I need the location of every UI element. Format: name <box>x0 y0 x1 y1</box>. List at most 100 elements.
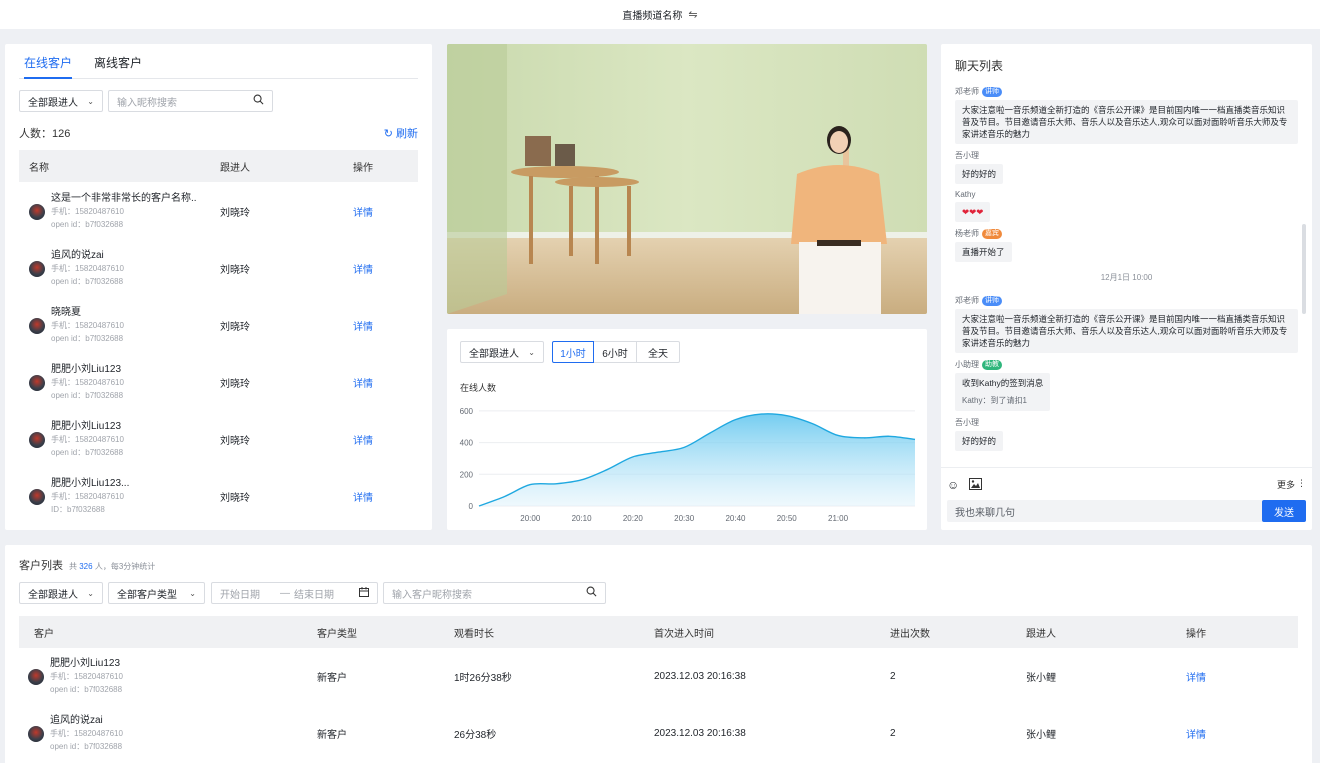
message-text: ❤❤❤ <box>962 207 984 217</box>
total-suffix: 人，每3分钟统计 <box>94 562 156 571</box>
tab-online[interactable]: 在线客户 <box>24 56 73 79</box>
live-stream-frame <box>447 44 927 314</box>
customer-phone: 手机：15820487610 <box>51 264 124 273</box>
avatar <box>29 260 45 277</box>
customer-openid: open id：b7f032688 <box>51 334 124 343</box>
customer-type-select[interactable]: 全部客户类型 ⌄ <box>108 582 205 604</box>
chevron-down-icon: ⌄ <box>87 588 94 598</box>
y-tick-label: 600 <box>460 407 474 416</box>
avatar <box>29 317 45 334</box>
customer-info: 追风的说zai 手机：15820487610 open id：b7f032688 <box>50 714 123 753</box>
avatar <box>28 725 44 742</box>
sender-name: 吾小理 <box>955 150 1298 161</box>
nickname-search-input[interactable]: 输入昵称搜索 <box>108 90 273 112</box>
col-name: 名称 <box>29 162 49 174</box>
y-tick-label: 200 <box>460 470 474 479</box>
channel-title: 直播频道名称 <box>622 11 683 22</box>
customer-follower: 刘晓玲 <box>220 322 250 333</box>
customer-openid: open id：b7f032688 <box>51 220 124 229</box>
sender-label: Kathy <box>955 190 976 199</box>
search-icon[interactable] <box>253 94 264 108</box>
customer-tabs: 在线客户 离线客户 <box>19 56 418 79</box>
total-count: 326 <box>79 562 93 571</box>
detail-link[interactable]: 详情 <box>353 261 373 276</box>
customer-name: 这是一个非常非常长的客户名称.. <box>51 193 197 204</box>
col-action: 操作 <box>353 162 373 174</box>
customer-name: 肥肥小刘Liu123 <box>51 421 122 432</box>
detail-link[interactable]: 详情 <box>1186 669 1206 684</box>
customer-search-input[interactable]: 输入客户昵称搜索 <box>383 582 606 604</box>
follower-select[interactable]: 全部跟进人 ⌄ <box>19 90 103 112</box>
message-text: 大家注意啦一音乐频道全新打造的《音乐公开课》是目前国内唯一一档直播类音乐知识普及… <box>962 314 1288 348</box>
avatar <box>29 374 45 391</box>
search-icon[interactable] <box>586 586 597 600</box>
more-icon: ⋮ <box>1297 478 1306 488</box>
chat-time-divider: 12月1日 10:00 <box>1100 273 1153 282</box>
col-header: 客户类型 <box>317 628 357 640</box>
online-customer-row: 这是一个非常非常长的客户名称.. 手机：15820487610 open id：… <box>19 183 418 240</box>
chat-message: 杨老师 嘉宾 直播开始了 <box>955 228 1298 262</box>
sender-name: 杨老师 嘉宾 <box>955 228 1298 239</box>
message-bubble: 好的好的 <box>955 164 1004 184</box>
image-icon[interactable] <box>969 478 982 493</box>
live-video[interactable] <box>447 44 927 314</box>
refresh-button[interactable]: ↻ 刷新 <box>384 125 418 141</box>
customer-name: 晓晓夏 <box>51 307 81 318</box>
customer-openid: open id：b7f032688 <box>51 277 124 286</box>
col-header: 进出次数 <box>890 628 930 640</box>
sender-name: 小助理 助教 <box>955 359 1298 370</box>
online-customer-row: 追风的说zai 手机：15820487610 open id：b7f032688… <box>19 240 418 297</box>
online-customer-row: 肥肥小刘Liu123 手机：15820487610 open id：b7f032… <box>19 354 418 411</box>
avatar <box>29 488 45 505</box>
customer-follower: 刘晓玲 <box>220 493 250 504</box>
tab-offline[interactable]: 离线客户 <box>94 56 142 79</box>
message-text: 收到Kathy的签到消息 <box>962 378 1044 388</box>
chat-input[interactable]: 我也来聊几句 <box>947 500 1263 522</box>
customer-name: 肥肥小刘Liu123 <box>51 364 122 375</box>
chat-messages[interactable]: 邓老师讲师 大家注意啦一音乐频道全新打造的《音乐公开课》是目前国内唯一一档直播类… <box>955 86 1298 466</box>
emoji-icon[interactable]: ☺ <box>947 478 959 492</box>
chat-message: 吾小理 好的好的 <box>955 417 1298 451</box>
col-header: 操作 <box>1186 628 1206 640</box>
more-button[interactable]: 更多 ⋮ <box>1277 478 1306 491</box>
x-tick-label: 20:40 <box>725 514 746 523</box>
date-range-picker[interactable]: 开始日期 — 结束日期 <box>211 582 378 604</box>
col-header: 跟进人 <box>1026 628 1056 640</box>
customer-phone: 手机：15820487610 <box>51 435 124 444</box>
message-text: 大家注意啦一音乐频道全新打造的《音乐公开课》是目前国内唯一一档直播类音乐知识普及… <box>962 105 1288 139</box>
send-button[interactable]: 发送 <box>1262 500 1306 522</box>
customer-phone: 手机：15820487610 <box>51 492 124 501</box>
message-bubble: 大家注意啦一音乐频道全新打造的《音乐公开课》是目前国内唯一一档直播类音乐知识普及… <box>955 100 1298 144</box>
customer-list-header: 客户列表 共 326 人，每3分钟统计 <box>19 557 155 573</box>
chat-message: 邓老师 讲师 大家注意啦一音乐频道全新打造的《音乐公开课》是目前国内唯一一档直播类… <box>955 295 1298 353</box>
detail-link[interactable]: 详情 <box>353 375 373 390</box>
detail-link[interactable]: 详情 <box>353 204 373 219</box>
customer-phone: 手机：15820487610 <box>51 378 124 387</box>
customer-phone: 手机：15820487610 <box>50 729 123 738</box>
detail-link[interactable]: 详情 <box>353 432 373 447</box>
switch-channel-icon[interactable]: ⇋ <box>688 8 697 21</box>
detail-link[interactable]: 详情 <box>1186 726 1206 741</box>
customer-openid: open id：b7f032688 <box>51 448 124 457</box>
top-bar: 直播频道名称 ⇋ <box>0 0 1320 29</box>
chat-message: Kathy ❤❤❤ <box>955 190 1298 222</box>
x-tick-label: 20:50 <box>777 514 798 523</box>
x-tick-label: 21:00 <box>828 514 849 523</box>
online-chart-panel: 全部跟进人 ⌄ 1小时 6小时 全天 在线人数 0 200 400 600 20:00 2… <box>447 329 927 530</box>
customer-info: 肥肥小刘Liu123 手机：15820487610 open id：b7f032… <box>50 657 123 696</box>
date-separator: — <box>280 587 290 599</box>
detail-link[interactable]: 详情 <box>353 489 373 504</box>
chat-input-placeholder: 我也来聊几句 <box>955 507 1015 519</box>
bottom-follower-select[interactable]: 全部跟进人 ⌄ <box>19 582 103 604</box>
chart-area <box>479 413 915 506</box>
detail-link[interactable]: 详情 <box>353 318 373 333</box>
customer-openid: ID：b7f032688 <box>51 505 105 514</box>
role-badge: 讲师 <box>982 295 1002 306</box>
chat-scrollbar[interactable] <box>1302 224 1306 314</box>
message-bubble: 收到Kathy的签到消息 Kathy：到了请扣1 <box>955 373 1051 411</box>
sender-label: 小助理 <box>955 360 979 369</box>
customer-follower: 刘晓玲 <box>220 436 250 447</box>
customer-list-title: 客户列表 <box>19 560 63 572</box>
sender-label: 邓老师 <box>955 87 979 96</box>
chevron-down-icon: ⌄ <box>189 588 196 598</box>
